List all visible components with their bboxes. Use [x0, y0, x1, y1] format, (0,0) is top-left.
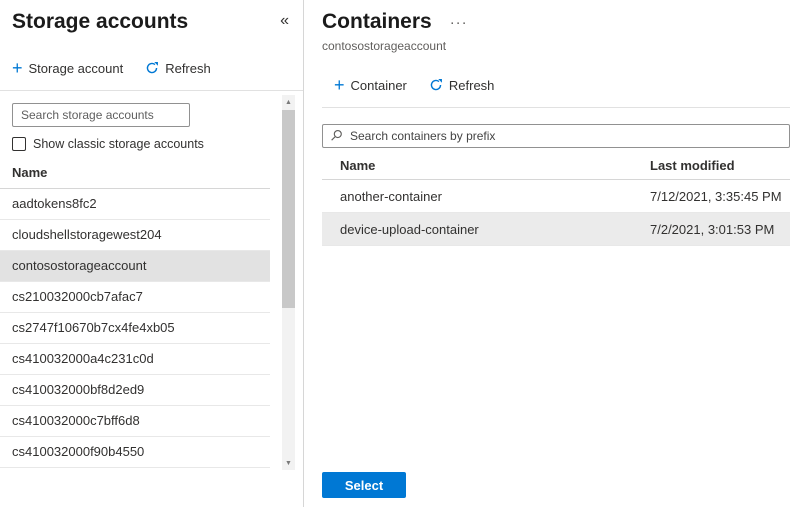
refresh-containers-label: Refresh: [449, 78, 495, 93]
container-row[interactable]: device-upload-container 7/2/2021, 3:01:5…: [322, 213, 790, 246]
container-modified: 7/12/2021, 3:35:45 PM: [650, 189, 790, 204]
more-options-icon[interactable]: ···: [450, 15, 468, 30]
storage-account-row[interactable]: cloudshellstoragewest204: [0, 220, 270, 251]
container-row[interactable]: another-container 7/12/2021, 3:35:45 PM: [322, 180, 790, 213]
container-name: device-upload-container: [322, 222, 650, 237]
search-icon: [330, 129, 343, 142]
vertical-scrollbar[interactable]: ▲ ▼: [282, 95, 295, 470]
toolbar-divider: [0, 90, 303, 91]
column-header-modified: Last modified: [650, 158, 790, 173]
new-storage-account-label: Storage account: [29, 61, 124, 76]
select-button[interactable]: Select: [322, 472, 406, 498]
show-classic-label: Show classic storage accounts: [33, 137, 204, 151]
azure-blade-layout: Storage accounts « + Storage account Ref…: [0, 0, 798, 507]
containers-toolbar: + Container Refresh: [322, 63, 790, 107]
containers-title: Containers: [322, 8, 432, 36]
storage-accounts-list: aadtokens8fc2 cloudshellstoragewest204 c…: [0, 189, 270, 468]
storage-account-row[interactable]: cs410032000f90b4550: [0, 437, 270, 468]
storage-accounts-column-header: Name: [0, 165, 270, 189]
storage-accounts-toolbar: + Storage account Refresh: [0, 46, 303, 90]
show-classic-checkbox-row[interactable]: Show classic storage accounts: [12, 137, 303, 151]
plus-icon: +: [334, 78, 345, 92]
storage-accounts-title: Storage accounts: [12, 8, 188, 36]
containers-header: Containers ···: [322, 0, 790, 36]
search-containers-input[interactable]: [322, 124, 790, 148]
collapse-panel-icon[interactable]: «: [280, 12, 289, 30]
containers-search: [322, 124, 790, 148]
refresh-icon: [145, 61, 159, 75]
storage-account-row[interactable]: cs410032000c7bff6d8: [0, 406, 270, 437]
new-container-label: Container: [351, 78, 407, 93]
refresh-containers-button[interactable]: Refresh: [429, 78, 495, 93]
search-storage-accounts-input[interactable]: [12, 103, 190, 127]
containers-panel: Containers ··· contosostorageaccount + C…: [304, 0, 798, 507]
containers-table-header: Name Last modified: [322, 152, 790, 180]
containers-subtitle: contosostorageaccount: [322, 39, 790, 53]
storage-accounts-panel: Storage accounts « + Storage account Ref…: [0, 0, 304, 507]
storage-account-row[interactable]: cs210032000cb7afac7: [0, 282, 270, 313]
toolbar-divider: [322, 107, 790, 108]
storage-account-row[interactable]: cs410032000a4c231c0d: [0, 344, 270, 375]
container-modified: 7/2/2021, 3:01:53 PM: [650, 222, 790, 237]
storage-account-row[interactable]: contosostorageaccount: [0, 251, 270, 282]
column-header-name: Name: [322, 158, 650, 173]
storage-accounts-header: Storage accounts «: [0, 0, 303, 36]
show-classic-checkbox[interactable]: [12, 137, 26, 151]
containers-list: another-container 7/12/2021, 3:35:45 PM …: [322, 180, 790, 246]
refresh-storage-accounts-button[interactable]: Refresh: [145, 61, 211, 76]
new-container-button[interactable]: + Container: [334, 78, 407, 93]
scroll-up-icon[interactable]: ▲: [282, 95, 295, 109]
scroll-down-icon[interactable]: ▼: [282, 456, 295, 470]
storage-account-row[interactable]: cs2747f10670b7cx4fe4xb05: [0, 313, 270, 344]
storage-account-row[interactable]: aadtokens8fc2: [0, 189, 270, 220]
storage-account-row[interactable]: cs410032000bf8d2ed9: [0, 375, 270, 406]
refresh-icon: [429, 78, 443, 92]
new-storage-account-button[interactable]: + Storage account: [12, 61, 123, 76]
container-name: another-container: [322, 189, 650, 204]
plus-icon: +: [12, 61, 23, 75]
refresh-storage-accounts-label: Refresh: [165, 61, 211, 76]
scrollbar-thumb[interactable]: [282, 110, 295, 308]
